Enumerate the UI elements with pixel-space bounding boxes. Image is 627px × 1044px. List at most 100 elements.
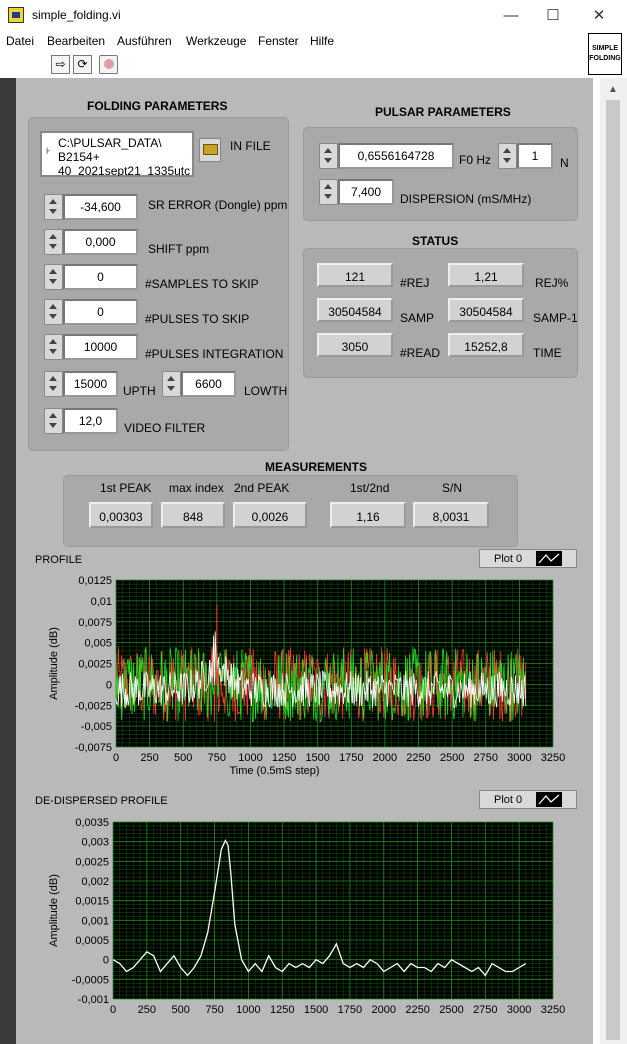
measurements-title: MEASUREMENTS — [265, 460, 368, 474]
pulsar-parameters-frame — [303, 127, 578, 221]
menu-fenster[interactable]: Fenster — [258, 34, 299, 48]
path-tree-icon: ⊦ — [46, 146, 51, 156]
vi-icon: SIMPLE FOLDING — [588, 33, 622, 75]
profile-y-tick-label: -0,0025 — [75, 700, 112, 712]
profile-y-tick-label: 0,0075 — [78, 617, 112, 629]
ratio-value: 1,16 — [330, 502, 406, 528]
profile-x-tick-label: 1000 — [238, 752, 262, 764]
scrollbar-thumb[interactable] — [606, 100, 620, 1040]
pulses-integration-spinner[interactable] — [44, 334, 63, 360]
video-filter-value[interactable]: 12,0 — [63, 408, 118, 434]
shift-value[interactable]: 0,000 — [63, 229, 138, 255]
video-filter-label: VIDEO FILTER — [124, 421, 206, 435]
first-peak-value: 0,00303 — [89, 502, 153, 528]
f0-value[interactable]: 0,6556164728 — [338, 143, 454, 169]
dedispersed-y-axis-label: Amplitude (dB) — [48, 874, 60, 947]
read-label: #READ — [400, 346, 441, 360]
in-file-label: IN FILE — [230, 139, 271, 153]
dedispersed-x-tick-label: 1250 — [270, 1004, 294, 1016]
samples-skip-value[interactable]: 0 — [63, 264, 138, 290]
pulses-skip-spinner[interactable] — [44, 299, 63, 325]
samp1-label: SAMP-1 — [533, 311, 578, 325]
labview-app-icon — [8, 7, 24, 23]
f0-label: F0 Hz — [459, 153, 492, 167]
dedispersed-x-tick-label: 2500 — [439, 1004, 463, 1016]
menu-ausfuehren[interactable]: Ausführen — [117, 34, 172, 48]
pulses-skip-label: #PULSES TO SKIP — [145, 312, 250, 326]
menu-bearbeiten[interactable]: Bearbeiten — [47, 34, 105, 48]
profile-x-tick-label: 3000 — [507, 752, 531, 764]
upth-value[interactable]: 15000 — [63, 371, 118, 397]
profile-x-tick-label: 1250 — [272, 752, 296, 764]
menu-datei[interactable]: Datei — [6, 34, 34, 48]
time-label: TIME — [533, 346, 562, 360]
n-spinner[interactable] — [498, 143, 517, 169]
dedispersed-x-tick-label: 250 — [138, 1004, 156, 1016]
scroll-up-icon[interactable]: ▲ — [608, 84, 618, 95]
pulses-integration-value[interactable]: 10000 — [63, 334, 138, 360]
abort-icon[interactable] — [99, 55, 118, 74]
dedispersed-chart[interactable]: 0 250 500 750 1000 1250 1500 1750 2000 2250 2500 27… — [27, 810, 577, 1032]
dispersion-value[interactable]: 7,400 — [338, 179, 394, 205]
sr-error-spinner[interactable] — [44, 194, 63, 220]
menu-werkzeuge[interactable]: Werkzeuge — [186, 34, 246, 48]
dedispersed-legend-label: Plot 0 — [494, 794, 523, 806]
profile-x-tick-label: 500 — [174, 752, 192, 764]
in-file-line-1: C:\PULSAR_DATA\ — [58, 136, 162, 150]
minimize-button[interactable]: — — [488, 0, 534, 31]
profile-plot-legend[interactable]: Plot 0 — [479, 549, 577, 568]
n-value[interactable]: 1 — [517, 143, 553, 169]
profile-legend-swatch-icon — [536, 551, 562, 566]
sr-error-value[interactable]: -34,600 — [63, 194, 138, 220]
profile-x-tick-label: 2750 — [474, 752, 498, 764]
dedispersed-y-tick-label: 0,0025 — [75, 856, 109, 868]
f0-spinner[interactable] — [319, 143, 338, 169]
profile-y-tick-label: -0,0075 — [75, 742, 112, 754]
dedispersed-x-tick-label: 750 — [205, 1004, 223, 1016]
rej-label: #REJ — [400, 276, 430, 290]
profile-chart[interactable]: 0 250 500 750 1000 1250 1500 1750 2000 2250 2500 27… — [27, 570, 577, 792]
dedispersed-x-tick-label: 2000 — [372, 1004, 396, 1016]
dedispersed-y-tick-label: 0,002 — [81, 876, 109, 888]
vertical-scrollbar[interactable]: ▲ — [600, 78, 627, 1044]
profile-x-tick-label: 750 — [208, 752, 226, 764]
samp1-indicator: 30504584 — [448, 298, 524, 322]
profile-x-tick-label: 250 — [140, 752, 158, 764]
shift-spinner[interactable] — [44, 229, 63, 255]
dedispersed-x-tick-label: 2750 — [473, 1004, 497, 1016]
dedispersed-y-tick-label: 0,0035 — [75, 817, 109, 829]
profile-y-tick-label: -0,005 — [81, 721, 112, 733]
pulses-skip-value[interactable]: 0 — [63, 299, 138, 325]
left-desktop-strip — [0, 78, 16, 1044]
upth-label: UPTH — [123, 384, 156, 398]
video-filter-spinner[interactable] — [44, 408, 63, 434]
in-file-path[interactable]: ⊦ C:\PULSAR_DATA\ B2154+ 40_2021sept21_1… — [40, 131, 194, 177]
max-index-value: 848 — [161, 502, 225, 528]
close-button[interactable]: ✕ — [576, 0, 622, 31]
profile-y-tick-label: 0,0025 — [78, 659, 112, 671]
dedispersed-y-tick-label: -0,001 — [78, 994, 109, 1006]
lowth-spinner[interactable] — [162, 371, 181, 397]
dedispersed-plot-legend[interactable]: Plot 0 — [479, 790, 577, 809]
dedispersed-y-tick-label: 0,0015 — [75, 896, 109, 908]
run-arrow-icon[interactable]: ⇨ — [51, 55, 70, 74]
menu-hilfe[interactable]: Hilfe — [310, 34, 334, 48]
upth-spinner[interactable] — [44, 371, 63, 397]
lowth-value[interactable]: 6600 — [181, 371, 236, 397]
maximize-button[interactable]: ☐ — [530, 0, 576, 31]
dedispersed-y-tick-label: 0 — [103, 955, 109, 967]
samp-label: SAMP — [400, 311, 435, 325]
run-continuously-icon[interactable]: ⟳ — [73, 55, 92, 74]
browse-folder-icon[interactable] — [199, 138, 221, 162]
dedispersed-x-tick-label: 2250 — [405, 1004, 429, 1016]
dedispersed-x-tick-label: 1750 — [338, 1004, 362, 1016]
pulsar-parameters-title: PULSAR PARAMETERS — [375, 105, 511, 119]
n-label: N — [560, 156, 569, 170]
dedispersed-y-tick-label: -0,0005 — [72, 974, 109, 986]
dispersion-spinner[interactable] — [319, 179, 338, 205]
dedispersed-x-tick-label: 1000 — [236, 1004, 260, 1016]
samples-skip-spinner[interactable] — [44, 264, 63, 290]
profile-y-tick-label: 0 — [106, 679, 112, 691]
samp-indicator: 30504584 — [317, 298, 393, 322]
dedispersed-x-tick-label: 3000 — [507, 1004, 531, 1016]
